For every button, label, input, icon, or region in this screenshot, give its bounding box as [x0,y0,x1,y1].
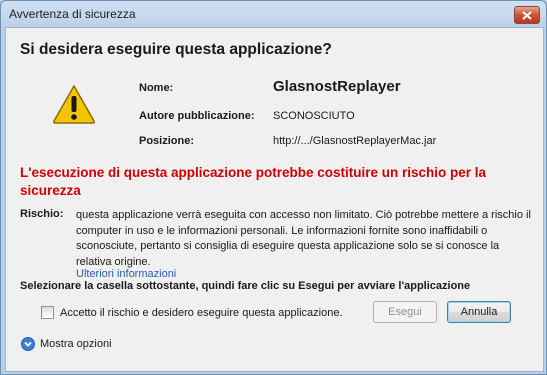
name-label: Nome: [139,82,174,94]
publisher-label: Autore pubblicazione: [139,110,255,122]
dialog-heading: Si desidera eseguire questa applicazione… [20,41,332,58]
window-title: Avvertenza di sicurezza [9,7,136,21]
run-button[interactable]: Esegui [373,301,437,323]
publisher-value: SCONOSCIUTO [273,110,355,122]
show-options-label[interactable]: Mostra opzioni [40,338,112,350]
risk-headline: L'esecuzione di questa applicazione potr… [20,165,487,198]
accept-risk-checkbox[interactable] [41,306,54,319]
location-label: Posizione: [139,135,195,147]
show-options-toggle[interactable]: Mostra opzioni [21,337,112,351]
close-button[interactable] [514,6,540,24]
close-icon [522,10,532,20]
instruction-text: Selezionare la casella sottostante, quin… [20,280,471,292]
accept-risk-label[interactable]: Accetto il rischio e desidero eseguire q… [60,307,343,319]
security-warning-window: Avvertenza di sicurezza Si desidera eseg… [0,0,547,375]
dialog-body: Si desidera eseguire questa applicazione… [5,27,544,372]
chevron-down-circle-icon[interactable] [21,337,35,351]
more-info-link[interactable]: Ulteriori informazioni [76,268,176,280]
cancel-button[interactable]: Annulla [447,301,511,323]
location-value: http://.../GlasnostReplayerMac.jar [273,135,437,147]
title-bar[interactable]: Avvertenza di sicurezza [1,1,546,27]
accept-risk-row[interactable]: Accetto il rischio e desidero eseguire q… [41,306,343,319]
risk-description: questa applicazione verrà eseguita con a… [76,209,531,268]
risk-label: Rischio: [20,208,64,220]
warning-triangle-icon [52,84,96,124]
app-name-value: GlasnostReplayer [273,78,401,95]
